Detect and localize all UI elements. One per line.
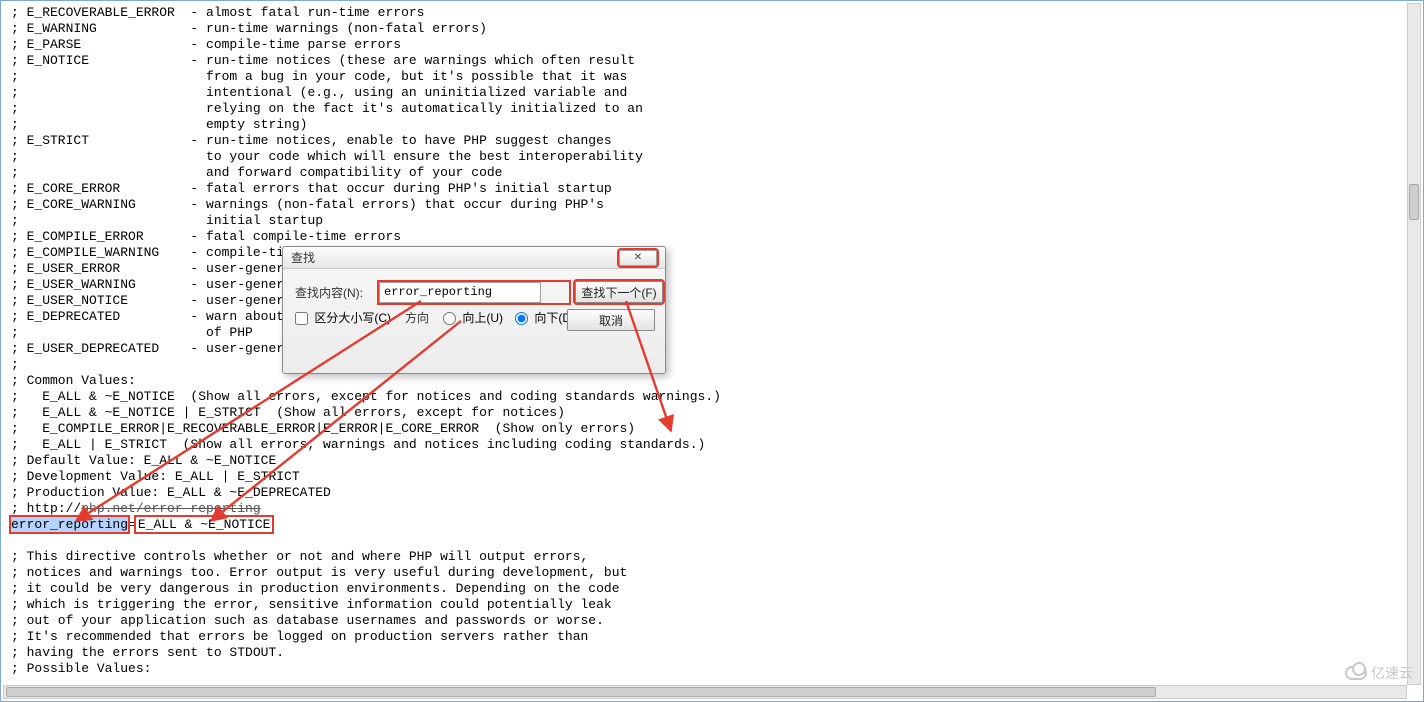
editor-line: ; E_WARNING - run-time warnings (non-fat… (11, 21, 1399, 37)
editor-viewport[interactable]: ; E_RECOVERABLE_ERROR - almost fatal run… (3, 3, 1407, 685)
editor-line: ; Possible Values: (11, 661, 1399, 677)
dialog-body: 查找内容(N): 查找下一个(F) 取消 区分大小写(C) 方向 (283, 269, 665, 334)
editor-line: ; E_USER_ERROR - user-generat (11, 261, 1399, 277)
direction-down-radio[interactable] (515, 312, 528, 325)
editor-line: ; E_USER_WARNING - user-generat (11, 277, 1399, 293)
editor-line: ; to your code which will ensure the bes… (11, 149, 1399, 165)
close-icon: ✕ (634, 247, 642, 269)
editor-line: ; E_PARSE - compile-time parse errors (11, 37, 1399, 53)
editor-line: ; from a bug in your code, but it's poss… (11, 69, 1399, 85)
direction-group: 方向 向上(U) 向下(D) (405, 309, 575, 326)
cloud-icon (1345, 666, 1367, 680)
vertical-scrollbar-thumb[interactable] (1409, 184, 1419, 220)
match-case-checkbox[interactable] (295, 312, 308, 325)
editor-line: ; E_COMPILE_ERROR|E_RECOVERABLE_ERROR|E_… (11, 421, 1399, 437)
editor-line: ; relying on the fact it's automatically… (11, 101, 1399, 117)
editor-line: ; it could be very dangerous in producti… (11, 581, 1399, 597)
editor-line: ; http://php.net/error-reporting (11, 501, 1399, 517)
dialog-titlebar[interactable]: 查找 ✕ (283, 247, 665, 269)
editor-line: ; It's recommended that errors be logged… (11, 629, 1399, 645)
cancel-button-label: 取消 (599, 312, 623, 329)
line-prefix: ; (11, 501, 27, 516)
editor-line: ; This directive controls whether or not… (11, 549, 1399, 565)
dialog-title: 查找 (291, 247, 315, 269)
editor-line: ; E_STRICT - run-time notices, enable to… (11, 133, 1399, 149)
editor-line: ; notices and warnings too. Error output… (11, 565, 1399, 581)
editor-line (11, 533, 1399, 549)
editor-line: ; E_ALL & ~E_NOTICE | E_STRICT (Show all… (11, 405, 1399, 421)
editor-line: error_reporting=E_ALL & ~E_NOTICE (11, 517, 1399, 533)
direction-up-radio[interactable] (443, 312, 456, 325)
editor-line: ; E_ALL | E_STRICT (Show all errors, war… (11, 437, 1399, 453)
vertical-scrollbar[interactable] (1407, 3, 1421, 685)
editor-line: ; E_COMPILE_WARNING - compile-time (11, 245, 1399, 261)
watermark-text: 亿速云 (1371, 663, 1413, 683)
direction-up-label: 向上(U) (462, 311, 503, 325)
editor-line: ; initial startup (11, 213, 1399, 229)
editor-line: ; and forward compatibility of your code (11, 165, 1399, 181)
watermark: 亿速云 (1345, 663, 1413, 683)
editor-line: ; out of your application such as databa… (11, 613, 1399, 629)
editor-line: ; which is triggering the error, sensiti… (11, 597, 1399, 613)
editor-line: ; E_COMPILE_ERROR - fatal compile-time e… (11, 229, 1399, 245)
search-match-selection: error_reporting (11, 517, 128, 532)
find-input-highlight (379, 282, 569, 303)
editor-line: ; E_USER_DEPRECATED - user-generat (11, 341, 1399, 357)
editor-line: ; having the errors sent to STDOUT. (11, 645, 1399, 661)
editor-line: ; E_CORE_WARNING - warnings (non-fatal e… (11, 197, 1399, 213)
editor-line: ; Development Value: E_ALL | E_STRICT (11, 469, 1399, 485)
editor-line: ; Common Values: (11, 373, 1399, 389)
find-what-label: 查找内容(N): (295, 284, 373, 301)
horizontal-scrollbar[interactable] (3, 685, 1407, 699)
editor-line: ; E_NOTICE - run-time notices (these are… (11, 53, 1399, 69)
editor-line: ; E_DEPRECATED - warn about c (11, 309, 1399, 325)
editor-line: ; Default Value: E_ALL & ~E_NOTICE (11, 453, 1399, 469)
editor-line: ; of PHP (11, 325, 1399, 341)
editor-line: ; (11, 357, 1399, 373)
find-input[interactable] (379, 282, 541, 303)
editor-line: ; E_USER_NOTICE - user-generat (11, 293, 1399, 309)
editor-line: ; empty string) (11, 117, 1399, 133)
direction-up-option[interactable]: 向上(U) (443, 309, 503, 326)
editor-line: ; E_ALL & ~E_NOTICE (Show all errors, ex… (11, 389, 1399, 405)
find-dialog[interactable]: 查找 ✕ 查找内容(N): 查找下一个(F) 取消 区分大小写(C) (282, 246, 666, 374)
url-protocol: http:// (27, 501, 82, 516)
find-next-button[interactable]: 查找下一个(F) (575, 281, 663, 303)
setting-value-highlight: E_ALL & ~E_NOTICE (136, 517, 273, 532)
editor-line: ; intentional (e.g., using an uninitiali… (11, 85, 1399, 101)
notepad-window: ; E_RECOVERABLE_ERROR - almost fatal run… (0, 0, 1424, 702)
direction-label: 方向 (405, 309, 429, 326)
match-case-option[interactable]: 区分大小写(C) (295, 309, 391, 326)
dialog-close-button[interactable]: ✕ (619, 250, 657, 266)
cancel-button[interactable]: 取消 (567, 309, 655, 331)
editor-line: ; E_CORE_ERROR - fatal errors that occur… (11, 181, 1399, 197)
editor-line: ; E_RECOVERABLE_ERROR - almost fatal run… (11, 5, 1399, 21)
url-struck: php.net/error-reporting (81, 501, 260, 516)
equals-sign: = (128, 517, 136, 532)
match-case-label: 区分大小写(C) (314, 311, 391, 325)
find-next-label: 查找下一个(F) (581, 284, 656, 301)
horizontal-scrollbar-thumb[interactable] (6, 687, 1156, 697)
editor-line: ; Production Value: E_ALL & ~E_DEPRECATE… (11, 485, 1399, 501)
